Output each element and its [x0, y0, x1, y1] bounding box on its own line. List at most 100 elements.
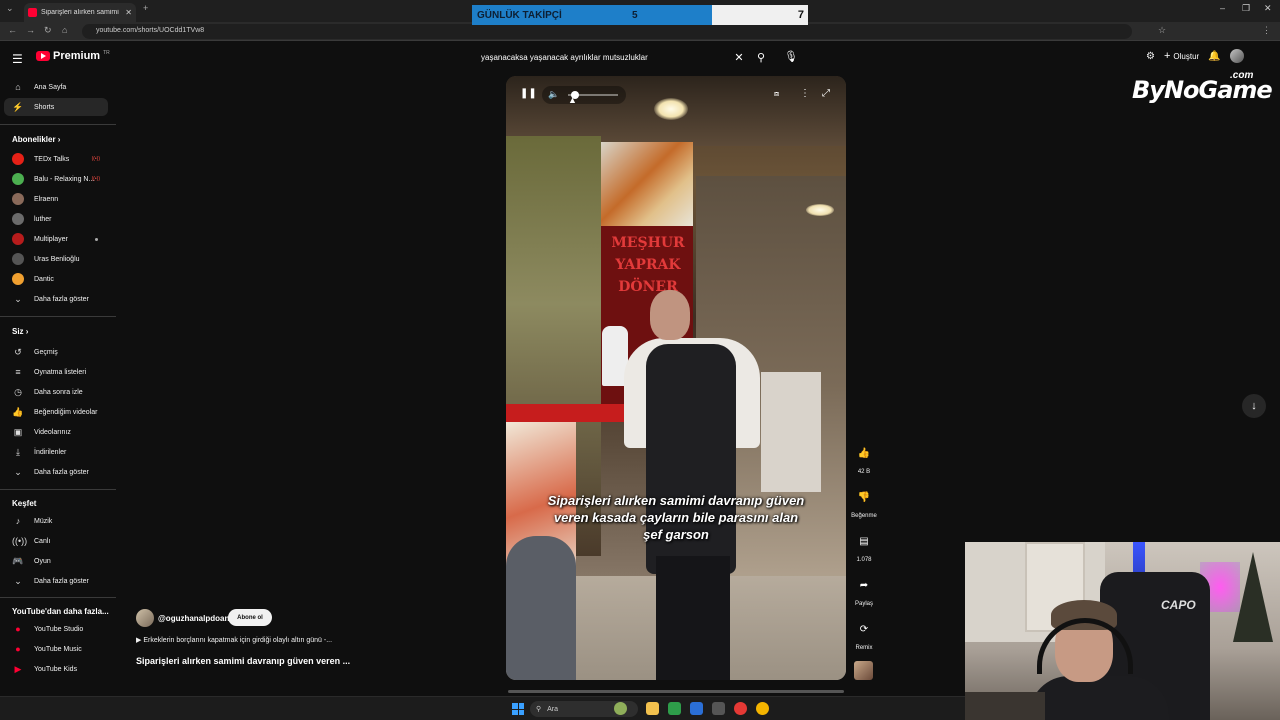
youtube-play-icon	[36, 51, 50, 61]
audio-track-thumbnail[interactable]	[854, 661, 873, 680]
search-box[interactable]: yaşanacaksa yaşanacak ayrılıklar mutsuzl…	[473, 46, 773, 68]
channel-name: Multiplayer	[34, 235, 68, 243]
sidebar-item-your-videos[interactable]: ▣ Videolarınız	[4, 423, 108, 441]
share-button[interactable]: ➦ Paylaş	[846, 573, 882, 608]
sidebar-item-home[interactable]: ⌂ Ana Sayfa	[4, 78, 108, 96]
show-more-label: Daha fazla göster	[34, 468, 89, 476]
restore-icon[interactable]: ❐	[1242, 3, 1250, 14]
clear-search-icon[interactable]: ✕	[729, 51, 749, 64]
search-input[interactable]: yaşanacaksa yaşanacak ayrılıklar mutsuzl…	[473, 53, 729, 62]
youtube-kids-icon: ▶	[14, 663, 22, 674]
account-avatar[interactable]	[1229, 49, 1244, 63]
next-video-arrow-icon[interactable]: ↓	[1242, 394, 1266, 418]
cast-icon[interactable]: ⚙	[1146, 51, 1155, 62]
counter-goal: 7	[712, 5, 808, 25]
shorts-video-player[interactable]: MEŞHUR YAPRAK DÖNER Siparişleri alırken …	[506, 76, 846, 680]
subscriptions-heading[interactable]: Abonelikler ›	[12, 135, 60, 144]
home-browser-icon[interactable]: ⌂	[62, 25, 67, 35]
sidebar-item-music[interactable]: ♪ Müzik	[4, 512, 108, 530]
new-tab-icon[interactable]: +	[143, 3, 148, 13]
remix-button[interactable]: ⟳ Remix	[846, 617, 882, 652]
back-icon[interactable]: ←	[8, 25, 17, 35]
bookmark-star-icon[interactable]: ☆	[1158, 25, 1166, 36]
sidebar-show-more-explore[interactable]: ⌄ Daha fazla göster	[4, 572, 108, 590]
sidebar-channel-elraenn[interactable]: Elraenn	[4, 190, 108, 208]
sidebar-item-label: YouTube Kids	[34, 665, 78, 673]
channel-name: Balu - Relaxing N...	[34, 175, 95, 183]
taskbar-search-placeholder: Ara	[547, 705, 559, 713]
channel-avatar[interactable]	[136, 609, 154, 627]
sidebar-item-live[interactable]: ((•)) Canlı	[4, 532, 108, 550]
captions-icon[interactable]: ⧈	[774, 89, 779, 99]
windows-taskbar: ⚲ Ara	[0, 696, 965, 720]
sidebar-item-liked-videos[interactable]: 👍 Beğendiğim videolar	[4, 403, 108, 421]
create-button[interactable]: + Oluştur	[1164, 50, 1199, 62]
search-icon[interactable]: ⚲	[749, 51, 773, 64]
music-icon: ♪	[15, 516, 21, 526]
sidebar-item-youtube-studio[interactable]: ● YouTube Studio	[4, 620, 108, 638]
sidebar-item-youtube-kids[interactable]: ▶ YouTube Kids	[4, 660, 108, 678]
dislike-button[interactable]: 👎 Beğenme	[846, 485, 882, 520]
minimize-icon[interactable]: –	[1220, 3, 1225, 13]
forward-icon[interactable]: →	[26, 25, 35, 35]
sidebar-channel-tedx[interactable]: TEDx Talks ((•))	[4, 150, 108, 168]
sidebar-item-watch-later[interactable]: ◷ Daha sonra izle	[4, 383, 108, 401]
subscribe-button[interactable]: Abone ol	[228, 609, 272, 626]
sidebar-item-downloads[interactable]: ⤓ İndirilenler	[4, 443, 108, 461]
sidebar-item-label: Oynatma listeleri	[34, 368, 87, 376]
sidebar-item-youtube-music[interactable]: ● YouTube Music	[4, 640, 108, 658]
video-title[interactable]: Siparişleri alırken samimi davranıp güve…	[136, 656, 350, 666]
fullscreen-icon[interactable]: ⤢	[822, 88, 830, 99]
like-button[interactable]: 👍 42 B	[846, 441, 882, 476]
sidebar-item-history[interactable]: ↺ Geçmiş	[4, 343, 108, 361]
video-scene-customer	[506, 536, 576, 680]
notifications-bell-icon[interactable]: 🔔	[1208, 51, 1220, 62]
tab-title: Siparişleri alırken samimi da	[41, 9, 122, 16]
bynogame-watermark: ByNoGame .com	[1132, 70, 1273, 106]
sidebar-item-label: Videolarınız	[34, 428, 71, 436]
hamburger-menu-icon[interactable]: ☰	[12, 52, 23, 66]
youtube-premium-logo[interactable]: Premium TR	[36, 50, 110, 62]
file-explorer-icon[interactable]	[646, 702, 659, 715]
sidebar-channel-luther[interactable]: luther	[4, 210, 108, 228]
counter-label: GÜNLÜK TAKİPÇİ	[477, 9, 562, 21]
close-tab-icon[interactable]: ✕	[125, 8, 132, 17]
video-scene-counter	[761, 372, 821, 492]
dislike-label: Beğenme	[851, 513, 877, 519]
store-icon[interactable]	[690, 702, 703, 715]
video-scene-awning	[506, 404, 636, 422]
close-window-icon[interactable]: ✕	[1264, 3, 1272, 14]
volume-control[interactable]: 🔈	[542, 86, 626, 104]
playlist-icon: ≡	[15, 367, 21, 377]
app-icon[interactable]	[668, 702, 681, 715]
sidebar-show-more-subscriptions[interactable]: ⌄ Daha fazla göster	[4, 290, 108, 308]
browser-tab[interactable]: Siparişleri alırken samimi da ✕	[24, 3, 136, 22]
sidebar-item-playlists[interactable]: ≡ Oynatma listeleri	[4, 363, 108, 381]
sidebar-channel-uras[interactable]: Uras Benlioğlu	[4, 250, 108, 268]
sidebar-channel-dantic[interactable]: Dantic	[4, 270, 108, 288]
sidebar-channel-multiplayer[interactable]: Multiplayer	[4, 230, 108, 248]
video-progress-bar[interactable]	[508, 690, 844, 693]
sidebar-show-more-you[interactable]: ⌄ Daha fazla göster	[4, 463, 108, 481]
channel-handle[interactable]: @oguzhanalpdoan	[158, 614, 229, 623]
sidebar-divider	[0, 124, 116, 125]
recorder-icon[interactable]	[734, 702, 747, 715]
you-heading[interactable]: Siz ›	[12, 327, 28, 336]
live-icon: ((•))	[12, 536, 28, 546]
more-options-icon[interactable]: ⋮	[800, 88, 810, 99]
pause-icon[interactable]: ❚❚	[520, 88, 537, 99]
playlist-link[interactable]: ▶ Erkeklerin borçlarını kapatmak için gi…	[136, 636, 332, 644]
reload-icon[interactable]: ↻	[44, 25, 52, 36]
sidebar-channel-balu[interactable]: Balu - Relaxing N... ((•))	[4, 170, 108, 188]
microphone-icon[interactable]: 🎙	[784, 50, 798, 63]
sidebar-item-gaming[interactable]: 🎮 Oyun	[4, 552, 108, 570]
chrome-icon[interactable]	[756, 702, 769, 715]
sidebar-item-shorts[interactable]: ⚡ Shorts	[4, 98, 108, 116]
url-field[interactable]: youtube.com/shorts/UOCdd1TVw8	[82, 24, 1132, 39]
weather-widget-icon[interactable]	[614, 702, 627, 715]
comments-button[interactable]: ▤ 1.078	[846, 529, 882, 564]
browser-menu-icon[interactable]: ⋮	[1262, 25, 1271, 36]
tab-list-icon[interactable]: ⌄	[6, 3, 14, 14]
windows-start-icon[interactable]	[512, 703, 524, 715]
settings-gear-icon[interactable]	[712, 702, 725, 715]
